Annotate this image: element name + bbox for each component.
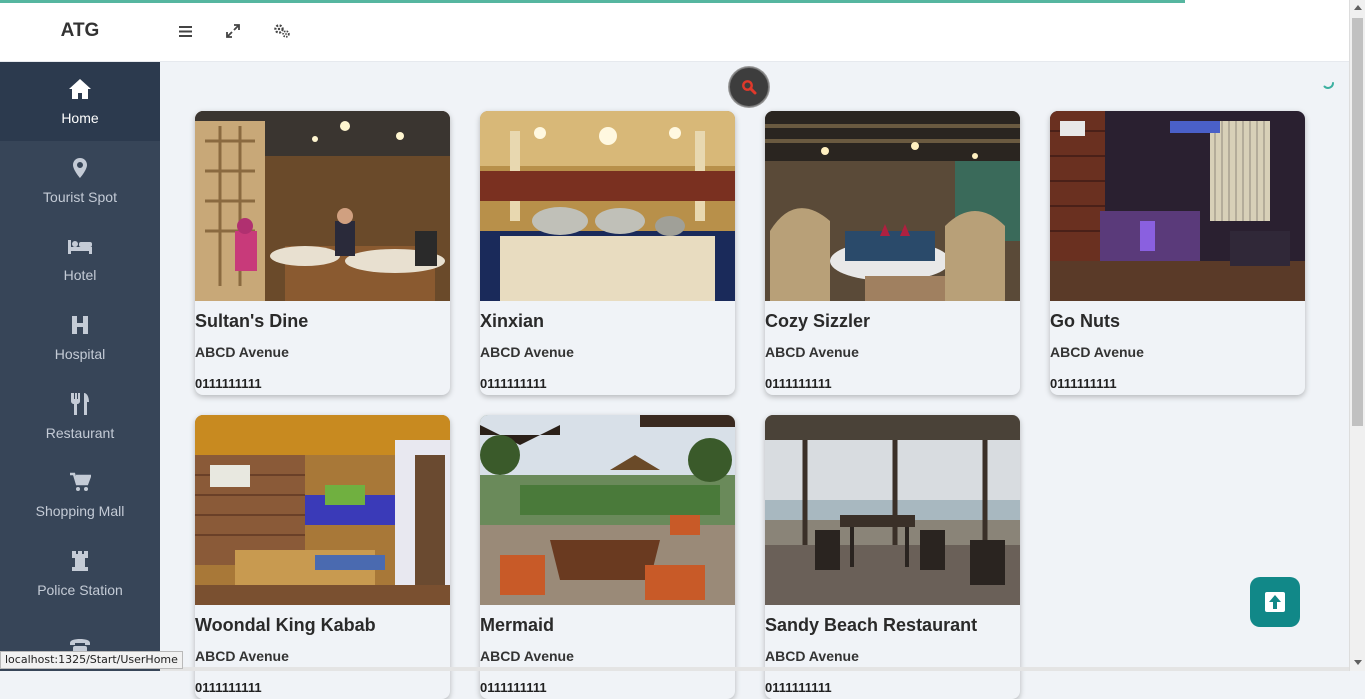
cogs-icon (274, 24, 290, 38)
loading-spinner-icon (1323, 82, 1334, 89)
restaurant-card[interactable]: Mermaid ABCD Avenue 0111111111 (480, 415, 735, 699)
restaurant-card[interactable]: Go Nuts ABCD Avenue 0111111111 (1050, 111, 1305, 395)
vertical-scrollbar[interactable] (1349, 0, 1365, 671)
restaurant-photo (765, 111, 1020, 301)
horizontal-scrollbar[interactable] (160, 667, 1349, 671)
restaurant-phone: 0111111111 (765, 680, 832, 695)
sidebar-item-shopping-mall[interactable]: Shopping Mall (0, 455, 160, 534)
restaurant-photo (195, 111, 450, 301)
sidebar-item-label: Hospital (54, 346, 106, 363)
restaurant-phone: 0111111111 (765, 376, 832, 391)
restaurant-address: ABCD Avenue (480, 344, 574, 360)
map-marker-icon (72, 155, 88, 181)
shopping-cart-icon (69, 469, 91, 495)
expand-icon (226, 24, 240, 38)
search-icon (742, 80, 757, 95)
scroll-to-top-button[interactable] (1250, 577, 1300, 627)
restaurant-name: Sandy Beach Restaurant (765, 615, 978, 635)
search-button[interactable] (729, 67, 769, 107)
restaurant-card[interactable]: Woondal King Kabab ABCD Avenue 011111111… (195, 415, 450, 699)
hamburger-icon (178, 25, 192, 37)
restaurant-name: Cozy Sizzler (765, 311, 871, 331)
cutlery-icon (69, 391, 91, 417)
brand-logo[interactable]: ATG (0, 0, 160, 62)
sidebar-item-restaurant[interactable]: Restaurant (0, 376, 160, 455)
restaurant-photo (195, 415, 450, 605)
restaurant-phone: 0111111111 (195, 680, 262, 695)
sidebar-item-label: Restaurant (45, 424, 115, 441)
restaurant-address: ABCD Avenue (1050, 344, 1144, 360)
sidebar-item-label: Police Station (37, 581, 123, 598)
arrow-up-icon (1265, 592, 1285, 612)
page-progress-bar (0, 0, 1185, 3)
sidebar-item-home[interactable]: Home (0, 62, 160, 141)
restaurant-card[interactable]: Xinxian ABCD Avenue 0111111111 (480, 111, 735, 395)
menu-toggle-button[interactable] (175, 21, 195, 41)
tower-icon (70, 548, 90, 574)
restaurant-name: Sultan's Dine (195, 311, 309, 331)
sidebar-item-label: Hotel (63, 267, 97, 284)
scroll-down-arrow-icon[interactable] (1350, 655, 1365, 670)
restaurant-card[interactable]: Cozy Sizzler ABCD Avenue 0111111111 (765, 111, 1020, 395)
fullscreen-button[interactable] (223, 21, 243, 41)
restaurant-name: Go Nuts (1050, 311, 1120, 331)
sidebar-item-label: Tourist Spot (43, 188, 117, 205)
scroll-up-arrow-icon[interactable] (1350, 0, 1365, 15)
home-icon (68, 76, 92, 102)
restaurant-phone: 0111111111 (480, 680, 547, 695)
sidebar-item-hospital[interactable]: Hospital (0, 298, 160, 377)
restaurant-name: Xinxian (480, 311, 545, 331)
restaurant-address: ABCD Avenue (480, 648, 574, 664)
restaurant-photo (480, 111, 735, 301)
bed-icon (67, 233, 93, 259)
scrollbar-thumb[interactable] (1352, 18, 1363, 426)
top-navbar: ATG (0, 0, 1349, 62)
restaurant-address: ABCD Avenue (195, 648, 289, 664)
sidebar-item-tourist-spot[interactable]: Tourist Spot (0, 141, 160, 220)
sidebar-item-hotel[interactable]: Hotel (0, 219, 160, 298)
restaurant-card[interactable]: Sandy Beach Restaurant ABCD Avenue 01111… (765, 415, 1020, 699)
browser-status-url: localhost:1325/Start/UserHome (0, 651, 183, 669)
sidebar-item-label: Shopping Mall (35, 503, 125, 520)
restaurant-card[interactable]: Sultan's Dine ABCD Avenue 0111111111 (195, 111, 450, 395)
restaurant-phone: 0111111111 (1050, 376, 1117, 391)
restaurant-address: ABCD Avenue (765, 344, 859, 360)
sidebar-item-label: Home (61, 110, 99, 127)
settings-button[interactable] (272, 21, 292, 41)
restaurant-photo (765, 415, 1020, 605)
sidebar: Home Tourist Spot Hotel Hospital Restaur… (0, 62, 160, 671)
restaurant-photo (1050, 111, 1305, 301)
restaurant-phone: 0111111111 (195, 376, 262, 391)
restaurant-address: ABCD Avenue (195, 344, 289, 360)
restaurant-photo (480, 415, 735, 605)
restaurant-phone: 0111111111 (480, 376, 547, 391)
restaurant-address: ABCD Avenue (765, 648, 859, 664)
restaurant-name: Mermaid (480, 615, 555, 635)
sidebar-item-police-station[interactable]: Police Station (0, 534, 160, 613)
restaurant-name: Woondal King Kabab (195, 615, 376, 635)
hospital-h-icon (70, 312, 90, 338)
